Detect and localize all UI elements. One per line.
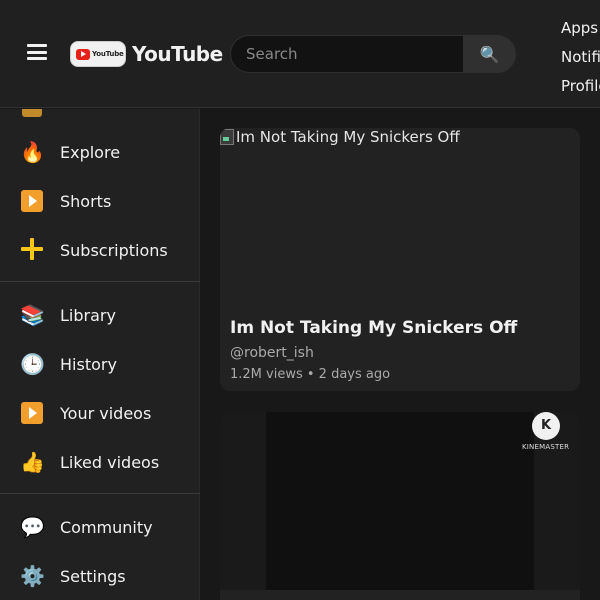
thumbnail-alt-text: Im Not Taking My Snickers Off bbox=[236, 128, 460, 146]
sidebar-item-library[interactable]: 📚 Library bbox=[0, 292, 200, 338]
search-input[interactable] bbox=[230, 35, 463, 73]
video-card[interactable]: K KINEMASTER bbox=[220, 412, 580, 600]
sidebar-item-subscriptions[interactable]: Subscriptions bbox=[0, 227, 200, 273]
sidebar-item-liked-videos[interactable]: 👍 Liked videos bbox=[0, 439, 200, 485]
profile-link[interactable]: Profile bbox=[561, 72, 600, 101]
sidebar-divider bbox=[0, 281, 200, 282]
video-card-footer bbox=[220, 590, 580, 600]
youtube-logo[interactable]: YouTube YouTube bbox=[70, 40, 223, 68]
search-icon: 🔍 bbox=[479, 44, 500, 64]
search-button[interactable]: 🔍 bbox=[463, 35, 516, 73]
sidebar-item-label: Library bbox=[60, 305, 116, 325]
gear-icon: ⚙️ bbox=[20, 564, 45, 588]
sidebar: 🔥 Explore Shorts Subscriptions 📚 Library… bbox=[0, 109, 200, 600]
sidebar-item-label: Shorts bbox=[60, 191, 112, 211]
video-meta: 1.2M views • 2 days ago bbox=[230, 367, 391, 382]
apps-link[interactable]: Apps bbox=[561, 14, 600, 43]
sidebar-item-shorts[interactable]: Shorts bbox=[0, 178, 200, 224]
top-bar: YouTube YouTube 🔍 Apps Notifications Pro… bbox=[0, 0, 600, 108]
sidebar-item-label: Community bbox=[60, 517, 153, 537]
play-square-icon bbox=[20, 189, 44, 213]
sidebar-item-settings[interactable]: ⚙️ Settings bbox=[0, 553, 200, 599]
thumbnail-letterbox-right bbox=[534, 412, 580, 600]
kinemaster-watermark-icon: K bbox=[532, 412, 560, 440]
search-bar: 🔍 bbox=[230, 35, 516, 73]
speech-bubble-icon: 💬 bbox=[20, 515, 45, 539]
logo-wordmark: YouTube bbox=[132, 42, 223, 66]
video-feed: Im Not Taking My Snickers Off Im Not Tak… bbox=[201, 109, 600, 600]
sidebar-item-explore[interactable]: 🔥 Explore bbox=[0, 129, 200, 175]
channel-name[interactable]: @robert_ish bbox=[230, 345, 314, 361]
video-card[interactable]: Im Not Taking My Snickers Off Im Not Tak… bbox=[220, 128, 580, 391]
youtube-logo-badge: YouTube bbox=[70, 41, 126, 67]
play-square-icon bbox=[20, 401, 44, 425]
sidebar-item-label: Settings bbox=[60, 566, 126, 586]
youtube-play-icon bbox=[76, 48, 90, 60]
home-icon bbox=[22, 109, 42, 117]
sidebar-divider bbox=[0, 493, 200, 494]
sidebar-item-label: Explore bbox=[60, 142, 121, 162]
sidebar-item-label: Subscriptions bbox=[60, 240, 168, 260]
plus-icon bbox=[20, 238, 44, 262]
sidebar-item-label: Your videos bbox=[60, 403, 152, 423]
fire-icon: 🔥 bbox=[20, 140, 45, 164]
sidebar-item-label: History bbox=[60, 354, 117, 374]
books-icon: 📚 bbox=[20, 303, 45, 327]
sidebar-item-community[interactable]: 💬 Community bbox=[0, 504, 200, 550]
notifications-link[interactable]: Notifications bbox=[561, 43, 600, 72]
sidebar-item-your-videos[interactable]: Your videos bbox=[0, 390, 200, 436]
broken-image-icon bbox=[220, 129, 234, 145]
clock-icon: 🕒 bbox=[20, 352, 45, 376]
sidebar-item-history[interactable]: 🕒 History bbox=[0, 341, 200, 387]
hamburger-menu-icon[interactable] bbox=[27, 44, 47, 60]
video-title[interactable]: Im Not Taking My Snickers Off bbox=[230, 318, 517, 338]
thumbnail-letterbox-left bbox=[220, 412, 266, 600]
kinemaster-watermark-label: KINEMASTER bbox=[522, 443, 570, 451]
thumbs-up-icon: 👍 bbox=[20, 450, 45, 474]
logo-badge-text: YouTube bbox=[92, 50, 124, 58]
sidebar-item-label: Liked videos bbox=[60, 452, 160, 472]
top-links: Apps Notifications Profile bbox=[561, 14, 600, 101]
video-thumbnail[interactable]: Im Not Taking My Snickers Off bbox=[220, 128, 580, 298]
